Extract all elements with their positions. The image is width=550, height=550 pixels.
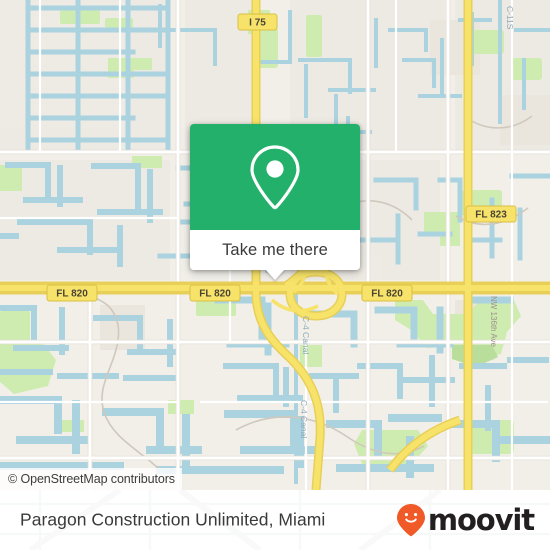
moovit-wordmark: moovit	[427, 502, 535, 537]
shield-fl823: FL 823	[465, 205, 517, 223]
location-pin-icon	[250, 145, 300, 210]
moovit-smiley-pin-icon	[396, 504, 425, 537]
take-me-there-button[interactable]: Take me there	[222, 241, 328, 260]
page-footer: Paragon Construction Unlimited, Miami mo…	[0, 490, 550, 550]
destination-callout-card[interactable]: Take me there	[190, 124, 360, 280]
label-street-east: NW 136th Ave	[489, 296, 498, 348]
label-c4-canal-lower: C-4 Canal	[299, 400, 309, 438]
shield-fl820-west-label: FL 820	[56, 289, 88, 300]
shield-fl820-east: FL 820	[361, 284, 413, 302]
shield-fl820-west: FL 820	[46, 284, 98, 302]
shield-i75-label: I 75	[249, 18, 266, 29]
shield-fl820-center: FL 820	[189, 284, 241, 302]
shield-fl823-label: FL 823	[475, 210, 507, 221]
callout-pointer-tail	[265, 269, 285, 280]
callout-footer[interactable]: Take me there	[190, 230, 360, 280]
moovit-place-card: .water { fill: #aad3df; } .waterln { str…	[0, 0, 550, 550]
label-c4-canal-upper: C-4 Canal	[301, 316, 311, 354]
shield-i75: I 75	[237, 13, 278, 31]
map-attribution[interactable]: © OpenStreetMap contributors	[0, 468, 182, 490]
moovit-brand[interactable]: moovit	[396, 502, 535, 537]
callout-header	[190, 124, 360, 230]
place-title: Paragon Construction Unlimited, Miami	[20, 509, 326, 530]
label-c11s-canal: C-11S	[505, 6, 515, 30]
shield-fl820-center-label: FL 820	[199, 289, 231, 300]
shield-fl820-east-label: FL 820	[371, 289, 403, 300]
